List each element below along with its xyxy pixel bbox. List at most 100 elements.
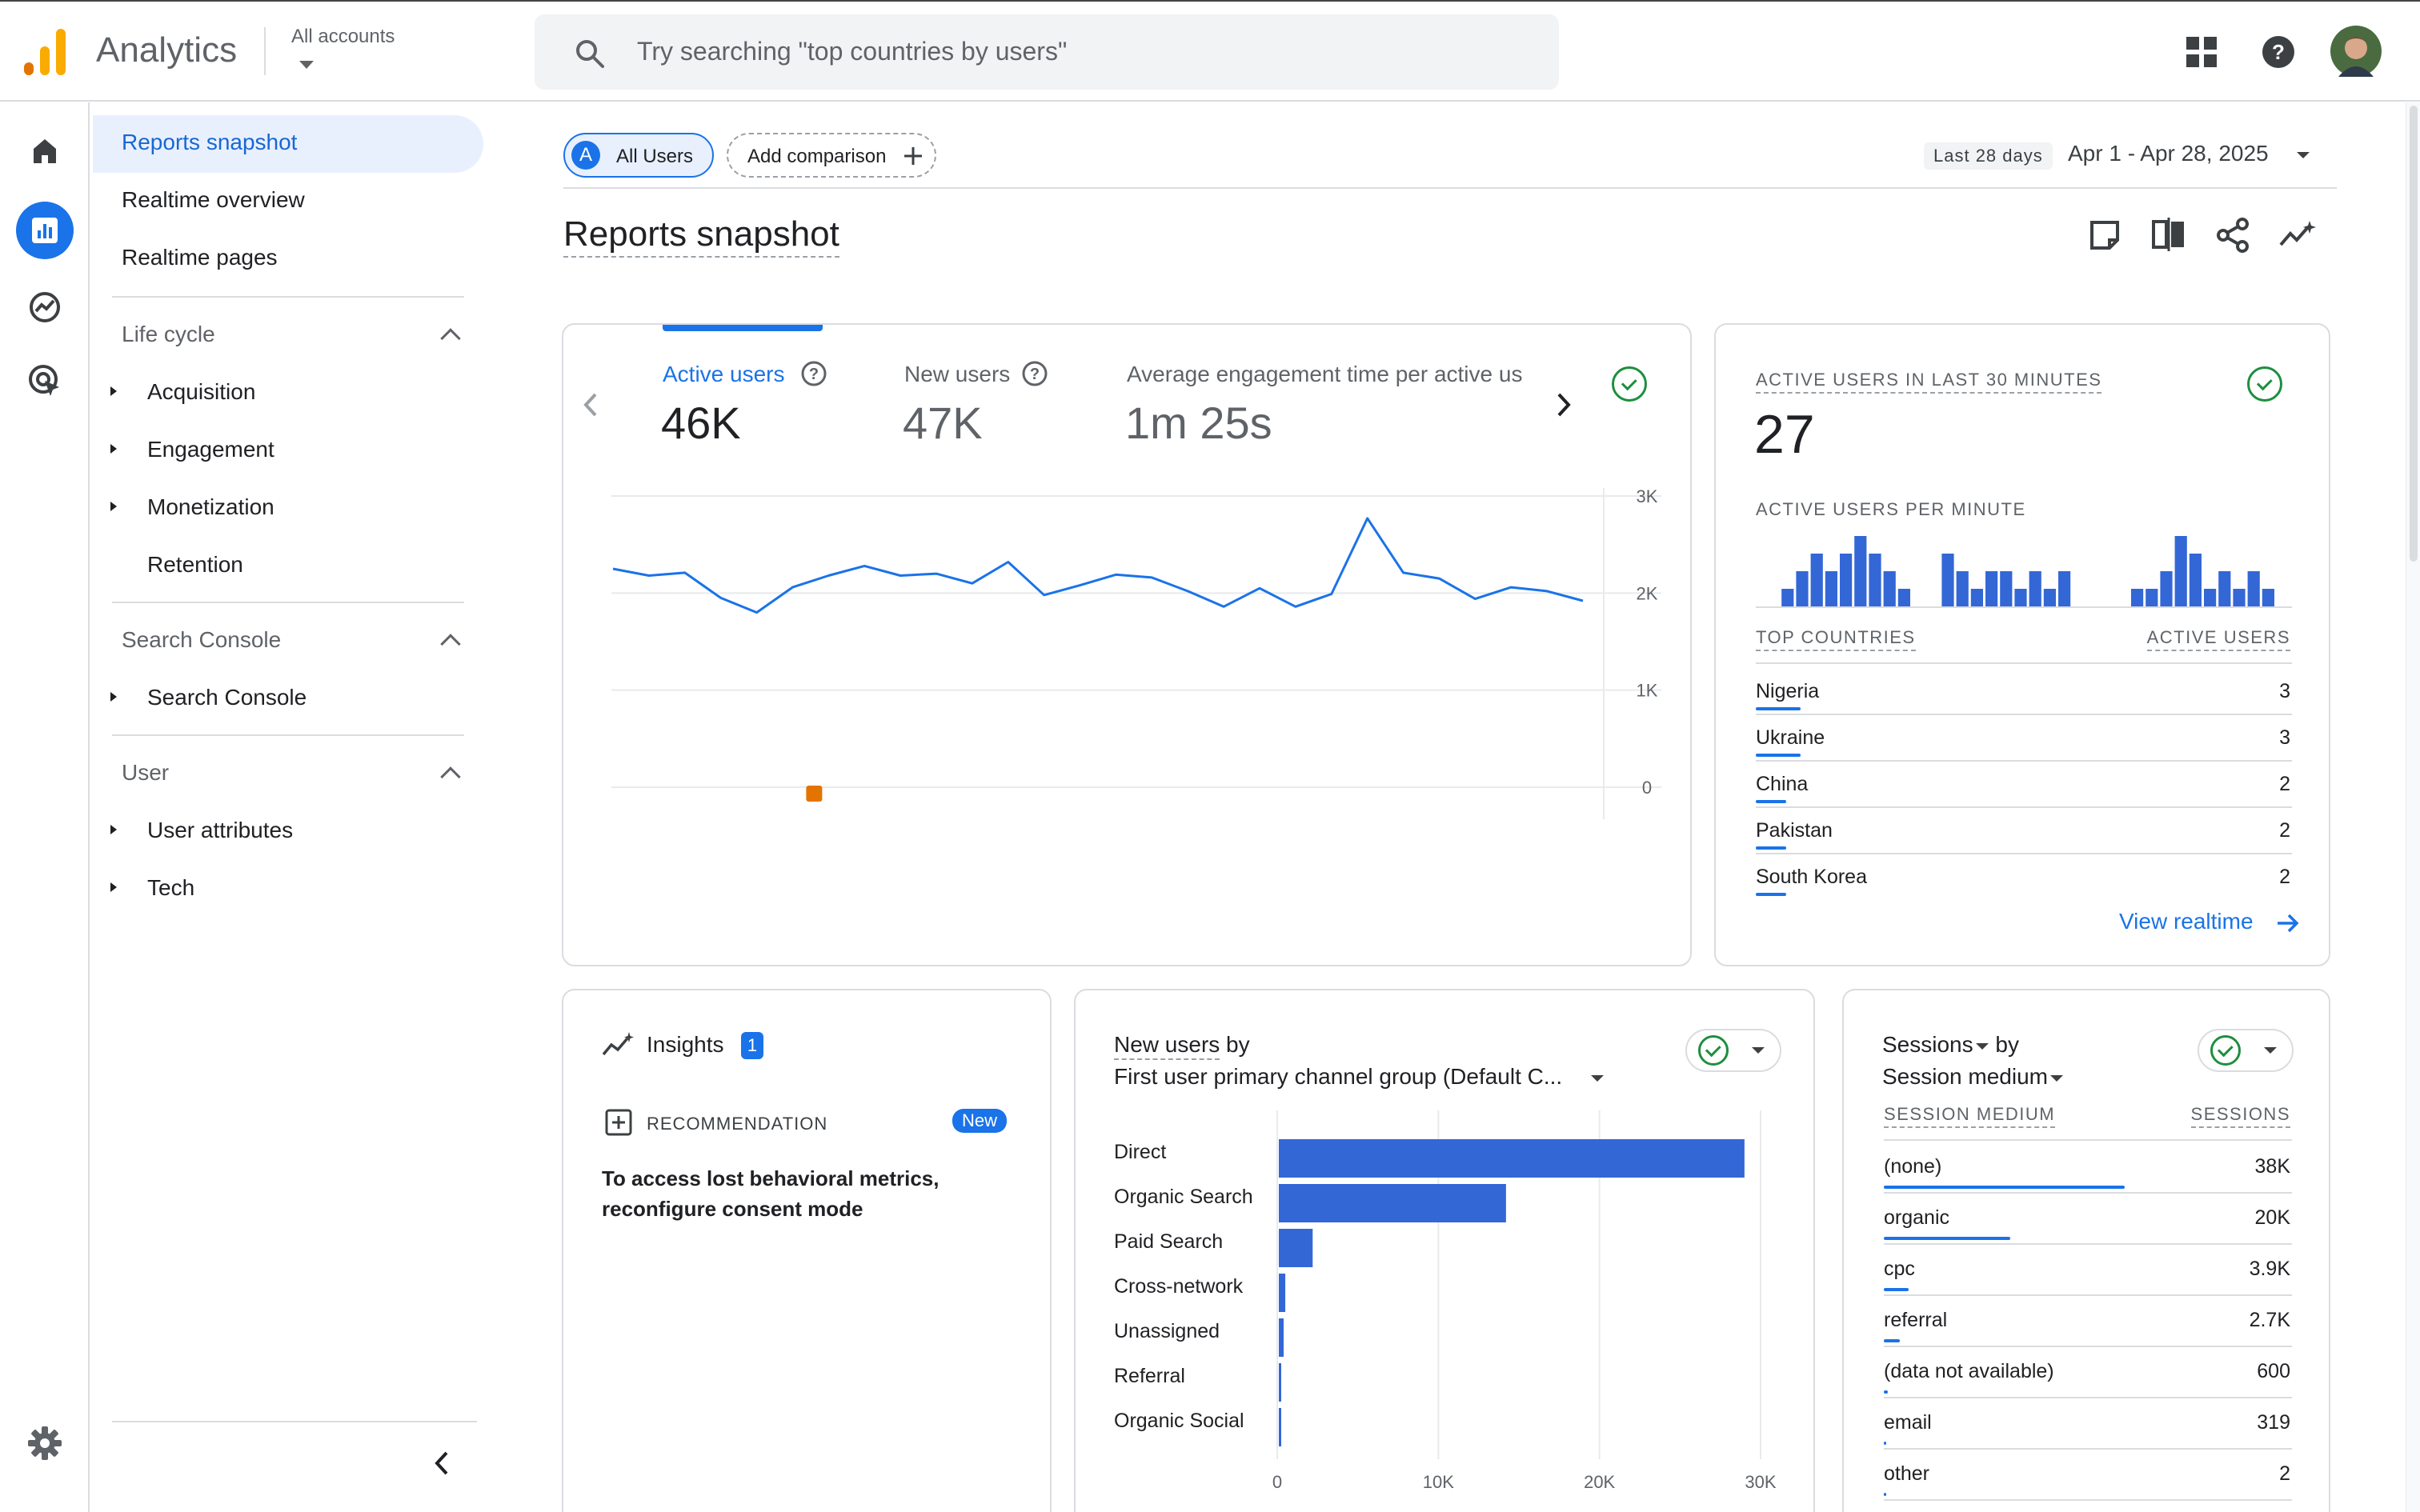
bar — [1279, 1408, 1281, 1446]
divider — [1884, 1294, 2292, 1296]
minute-bar — [2058, 571, 2071, 606]
chevron-right-icon[interactable] — [1556, 392, 1572, 418]
insights-count-badge: 1 — [741, 1032, 763, 1059]
caret-down-icon[interactable] — [2295, 150, 2311, 160]
check-circle-icon[interactable] — [1612, 366, 1647, 402]
account-selector[interactable]: All accounts — [291, 26, 395, 48]
section-search-console[interactable]: Search Console — [122, 627, 281, 653]
bar — [1279, 1139, 1745, 1178]
session-value: 2 — [2279, 1462, 2290, 1485]
divider — [1884, 1397, 2292, 1398]
sidebar-item-engagement[interactable]: Engagement — [147, 437, 274, 462]
caret-down-icon[interactable] — [298, 59, 315, 70]
check-circle-icon[interactable] — [2247, 366, 2282, 402]
bar — [1279, 1318, 1284, 1357]
divider — [1756, 662, 2292, 664]
caret-down-icon[interactable] — [1975, 1042, 1989, 1050]
sidebar-item-realtime-overview[interactable]: Realtime overview — [122, 187, 305, 213]
customize-report-icon[interactable] — [2089, 219, 2121, 251]
expand-arrow-icon[interactable] — [110, 444, 117, 454]
dimension-selector[interactable]: First user primary channel group (Defaul… — [1114, 1064, 1562, 1090]
help-icon[interactable]: ? — [2262, 35, 2295, 69]
bar — [1279, 1274, 1286, 1312]
tab-new-users[interactable]: New users ? 47K — [901, 358, 1093, 454]
chevron-up-icon[interactable] — [440, 634, 461, 654]
svg-text:?: ? — [2272, 40, 2285, 64]
explore-icon[interactable] — [13, 275, 77, 339]
avatar[interactable] — [2330, 26, 2382, 77]
chevron-left-icon[interactable] — [583, 392, 599, 418]
metric-name[interactable]: New users — [1114, 1032, 1220, 1060]
top-app-bar: Analytics All accounts Try searching "to… — [0, 0, 2420, 102]
country-name: Pakistan — [1756, 819, 1833, 842]
collapse-sidebar-icon[interactable] — [432, 1450, 451, 1477]
segment-label: All Users — [616, 146, 694, 167]
view-realtime-link[interactable]: View realtime — [2119, 909, 2254, 934]
sidebar-item-monetization[interactable]: Monetization — [147, 494, 274, 520]
sidebar-item-realtime-pages[interactable]: Realtime pages — [122, 245, 278, 270]
session-medium-name: cpc — [1884, 1258, 1915, 1280]
metric-name[interactable]: Sessions — [1882, 1032, 1973, 1057]
analytics-logo[interactable] — [24, 26, 67, 75]
expand-arrow-icon[interactable] — [110, 882, 117, 892]
col-session-medium: SESSION MEDIUM — [1884, 1104, 2056, 1128]
arrow-right-icon[interactable] — [2276, 912, 2300, 934]
x-tick-label: 10K — [1423, 1472, 1454, 1492]
country-value: 3 — [2279, 680, 2290, 702]
minute-bar — [2174, 536, 2187, 606]
divider — [1756, 760, 2292, 762]
caret-down-icon[interactable] — [1589, 1074, 1605, 1083]
expand-arrow-icon[interactable] — [110, 386, 117, 396]
x-tick-label: 13 — [1034, 819, 1053, 821]
session-medium-name: (none) — [1884, 1155, 1942, 1178]
search-input[interactable]: Try searching "top countries by users" — [637, 37, 1067, 66]
countries-header: TOP COUNTRIES — [1756, 627, 1916, 651]
compare-icon[interactable] — [2151, 218, 2186, 251]
category-label: Direct — [1114, 1141, 1166, 1163]
sidebar-item-reports-snapshot[interactable]: Reports snapshot — [122, 130, 297, 155]
tab-active-users[interactable]: Active users ? 46K — [659, 358, 851, 454]
country-value: 2 — [2279, 773, 2290, 795]
reports-icon[interactable] — [16, 202, 74, 259]
sidebar-item-user-attributes[interactable]: User attributes — [147, 818, 293, 843]
share-icon[interactable] — [2217, 218, 2249, 253]
minute-bar — [2218, 571, 2231, 606]
x-tick-label: 06 — [783, 819, 802, 821]
sidebar-item-search-console[interactable]: Search Console — [147, 685, 307, 710]
scrollbar[interactable] — [2406, 102, 2420, 1512]
chevron-up-icon[interactable] — [440, 328, 461, 349]
card-title: New users by — [1114, 1032, 1250, 1060]
segment-chip[interactable]: A All Users — [563, 133, 714, 178]
sidebar-item-retention[interactable]: Retention — [147, 552, 243, 578]
help-outline-icon[interactable]: ? — [800, 360, 827, 387]
date-range-picker[interactable]: Apr 1 - Apr 28, 2025 — [2068, 141, 2269, 166]
sidebar-item-acquisition[interactable]: Acquisition — [147, 379, 255, 405]
x-tick-label: 20 — [1286, 819, 1305, 821]
settings-icon[interactable] — [13, 1411, 77, 1475]
section-life-cycle[interactable]: Life cycle — [122, 322, 215, 347]
chevron-up-icon[interactable] — [440, 766, 461, 787]
expand-arrow-icon[interactable] — [110, 502, 117, 511]
add-comparison-button[interactable]: Add comparison — [727, 133, 936, 178]
dimension-selector[interactable]: Session medium — [1882, 1064, 2064, 1090]
expand-arrow-icon[interactable] — [110, 825, 117, 834]
expand-arrow-icon[interactable] — [110, 692, 117, 702]
apps-grid-icon[interactable] — [2186, 37, 2217, 67]
session-value: 600 — [2257, 1360, 2290, 1382]
metrics-overview-card: Active users ? 46K New users ? 47K Avera… — [562, 323, 1692, 966]
segment-letter: A — [571, 141, 600, 170]
insight-text[interactable]: To access lost behavioral metrics, recon… — [602, 1163, 986, 1224]
divider — [1884, 1448, 2292, 1450]
check-menu-button[interactable] — [2198, 1029, 2294, 1072]
advertising-icon[interactable] — [13, 349, 77, 413]
help-outline-icon[interactable]: ? — [1021, 360, 1048, 387]
tab-avg-engagement[interactable]: Average engagement time per active us 1m… — [1124, 358, 1540, 454]
insights-icon[interactable] — [2278, 219, 2316, 250]
section-user[interactable]: User — [122, 760, 169, 786]
annotation-marker — [806, 786, 823, 802]
sidebar-item-tech[interactable]: Tech — [147, 875, 194, 901]
check-menu-button[interactable] — [1685, 1029, 1781, 1072]
svg-text:?: ? — [1030, 366, 1040, 383]
home-icon[interactable] — [13, 118, 77, 182]
divider — [112, 296, 464, 298]
